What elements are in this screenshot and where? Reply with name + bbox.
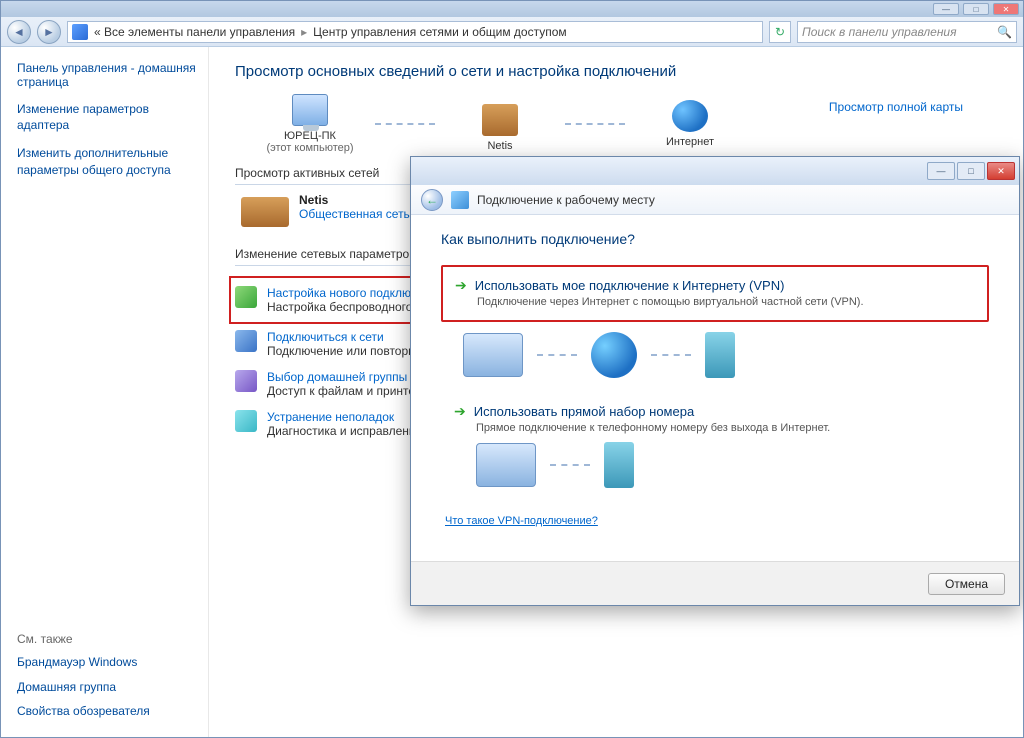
- router-icon: [482, 104, 518, 136]
- graphic-server-icon: [705, 332, 735, 378]
- map-link-line: [375, 123, 435, 125]
- internet-label: Интернет: [666, 136, 714, 148]
- option-dial-title: Использовать прямой набор номера: [474, 404, 694, 419]
- outer-titlebar: — □ ✕: [1, 1, 1023, 17]
- pc-sub: (этот компьютер): [266, 142, 353, 154]
- vpn-graphic: [463, 332, 989, 378]
- dialog-titlebar: — □ ✕: [411, 157, 1019, 185]
- pc-name: ЮРЕЦ-ПК: [284, 130, 336, 142]
- bench-icon: [241, 197, 289, 227]
- breadcrumb[interactable]: « Все элементы панели управления ▸ Центр…: [67, 21, 763, 43]
- sidebar-sharing-link[interactable]: Изменить дополнительные параметры общего…: [17, 145, 198, 177]
- nav-back-button[interactable]: ◄: [7, 20, 31, 44]
- network-map-row: ЮРЕЦ-ПК (этот компьютер) Netis Интернет …: [235, 94, 1003, 158]
- graphic-server-icon: [604, 442, 634, 488]
- dialog-title: Подключение к рабочему месту: [477, 193, 655, 207]
- outer-minimize-button[interactable]: —: [933, 3, 959, 15]
- troubleshoot-icon: [235, 410, 257, 432]
- dialog-header: ← Подключение к рабочему месту: [411, 185, 1019, 215]
- view-full-map-link[interactable]: Просмотр полной карты: [829, 100, 963, 114]
- connect-network-icon: [235, 330, 257, 352]
- graphic-pc-icon: [463, 333, 523, 377]
- graphic-dash-icon: [651, 354, 691, 356]
- sidebar: Панель управления - домашняя страница Из…: [1, 47, 209, 737]
- nav-forward-button[interactable]: ►: [37, 20, 61, 44]
- option-direct-dial[interactable]: ➔ Использовать прямой набор номера Прямо…: [441, 392, 989, 501]
- refresh-button[interactable]: ↻: [769, 21, 791, 43]
- active-net-name: Netis: [299, 193, 410, 207]
- homegroup-icon: [235, 370, 257, 392]
- pc-icon: [292, 94, 328, 126]
- sidebar-firewall-link[interactable]: Брандмауэр Windows: [17, 654, 198, 670]
- option-vpn-desc: Подключение через Интернет с помощью вир…: [477, 296, 975, 308]
- sidebar-footer: См. также Брандмауэр Windows Домашняя гр…: [17, 632, 198, 727]
- arrow-icon: ➔: [454, 403, 466, 420]
- explorer-toolbar: ◄ ► « Все элементы панели управления ▸ Ц…: [1, 17, 1023, 47]
- what-is-vpn-link[interactable]: Что такое VPN-подключение?: [445, 515, 598, 527]
- node-internet: Интернет: [635, 100, 745, 148]
- search-placeholder: Поиск в панели управления: [802, 25, 957, 39]
- search-icon: 🔍: [997, 25, 1012, 39]
- option-vpn-title: Использовать мое подключение к Интернету…: [475, 278, 785, 293]
- dialog-body: Как выполнить подключение? ➔ Использоват…: [411, 215, 1019, 539]
- network-map: ЮРЕЦ-ПК (этот компьютер) Netis Интернет: [255, 94, 745, 154]
- option-use-vpn[interactable]: ➔ Использовать мое подключение к Интерне…: [441, 265, 989, 322]
- node-this-pc: ЮРЕЦ-ПК (этот компьютер): [255, 94, 365, 154]
- sidebar-footer-header: См. также: [17, 632, 198, 646]
- graphic-dash-icon: [537, 354, 577, 356]
- sidebar-homegroup-link[interactable]: Домашняя группа: [17, 679, 198, 695]
- sidebar-ie-options-link[interactable]: Свойства обозревателя: [17, 703, 198, 719]
- dialog-question: Как выполнить подключение?: [441, 231, 989, 247]
- cancel-button[interactable]: Отмена: [928, 573, 1005, 595]
- router-name: Netis: [487, 140, 512, 152]
- map-link-line-2: [565, 123, 625, 125]
- search-input[interactable]: Поиск в панели управления 🔍: [797, 21, 1017, 43]
- dialog-back-button[interactable]: ←: [421, 189, 443, 211]
- breadcrumb-separator-icon: ▸: [297, 25, 311, 39]
- new-connection-icon: [235, 286, 257, 308]
- option-dial-desc: Прямое подключение к телефонному номеру …: [476, 422, 976, 434]
- graphic-dash-icon: [550, 464, 590, 466]
- globe-icon: [672, 100, 708, 132]
- breadcrumb-parent[interactable]: « Все элементы панели управления: [94, 25, 295, 39]
- dialog-minimize-button[interactable]: —: [927, 162, 955, 180]
- page-title: Просмотр основных сведений о сети и наст…: [235, 63, 1003, 80]
- dialog-header-icon: [451, 191, 469, 209]
- node-router: Netis: [445, 96, 555, 152]
- breadcrumb-icon: [72, 24, 88, 40]
- graphic-pc-icon: [476, 443, 536, 487]
- outer-close-button[interactable]: ✕: [993, 3, 1019, 15]
- dialog-maximize-button[interactable]: □: [957, 162, 985, 180]
- graphic-globe-icon: [591, 332, 637, 378]
- workplace-connection-dialog: — □ ✕ ← Подключение к рабочему месту Как…: [410, 156, 1020, 606]
- active-net-type[interactable]: Общественная сеть: [299, 207, 410, 221]
- breadcrumb-current[interactable]: Центр управления сетями и общим доступом: [313, 25, 567, 39]
- sidebar-home-link[interactable]: Панель управления - домашняя страница: [17, 61, 198, 89]
- dialog-footer: Отмена: [411, 561, 1019, 605]
- dial-graphic: [476, 442, 976, 488]
- sidebar-adapter-link[interactable]: Изменение параметров адаптера: [17, 101, 198, 133]
- arrow-icon: ➔: [455, 277, 467, 294]
- dialog-close-button[interactable]: ✕: [987, 162, 1015, 180]
- outer-maximize-button[interactable]: □: [963, 3, 989, 15]
